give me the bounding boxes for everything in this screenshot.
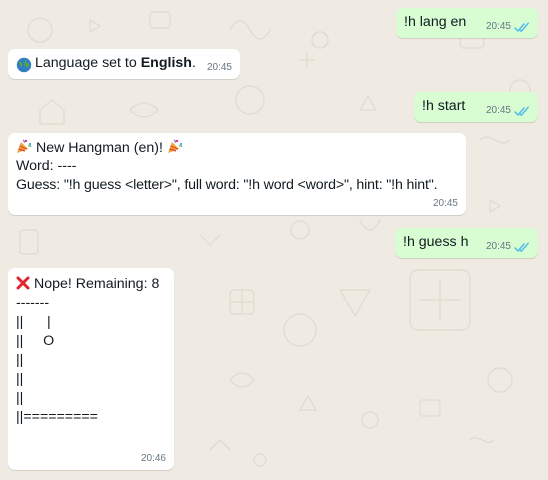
- incoming-message[interactable]: Language set to English. 20:45: [8, 49, 240, 79]
- message-time: 20:45: [432, 198, 458, 209]
- hangman-line: || O: [16, 333, 55, 349]
- message-time: 20:45: [485, 21, 511, 32]
- outgoing-message[interactable]: !h guess h 20:45: [395, 228, 538, 258]
- outgoing-message[interactable]: !h start 20:45: [414, 92, 538, 122]
- message-meta: 20:45: [486, 21, 530, 33]
- message-text: !h lang en: [404, 14, 467, 30]
- incoming-message[interactable]: Nope! Remaining: 8 ------- || | || O || …: [8, 268, 174, 470]
- double-check-read-icon: [514, 105, 529, 116]
- message-line: Word: ----: [16, 158, 77, 174]
- message-time: 20:45: [485, 241, 511, 252]
- hangman-line: ||: [16, 390, 24, 406]
- hangman-line: ||: [16, 352, 24, 368]
- message-time: 20:46: [140, 453, 166, 464]
- message-text-suffix: .: [191, 55, 196, 71]
- hangman-line: -------: [16, 295, 50, 311]
- outgoing-message[interactable]: !h lang en 20:45: [396, 8, 538, 38]
- hangman-line: ||: [16, 371, 24, 387]
- message-line: Guess: "!h guess <letter>", full word: "…: [16, 177, 438, 193]
- hangman-line: ||=========: [16, 409, 98, 425]
- cross-mark-icon: [16, 276, 30, 296]
- message-time: 20:45: [206, 62, 232, 73]
- message-title: Nope! Remaining: 8: [33, 276, 160, 292]
- message-title: New Hangman (en)!: [35, 140, 163, 156]
- message-meta: 20:45: [486, 105, 530, 117]
- message-text-prefix: Language set to: [35, 55, 141, 71]
- hangman-line: || |: [16, 314, 51, 330]
- globe-icon: [16, 57, 32, 73]
- message-meta: 20:46: [141, 453, 166, 465]
- message-meta: 20:45: [207, 62, 232, 74]
- message-time: 20:45: [485, 105, 511, 116]
- double-check-read-icon: [514, 241, 529, 252]
- double-check-read-icon: [514, 21, 529, 32]
- message-meta: 20:45: [433, 198, 458, 210]
- party-popper-icon: [167, 138, 183, 160]
- message-text: Language set to English.: [35, 54, 196, 73]
- message-text-bold: English: [140, 55, 192, 71]
- message-meta: 20:45: [486, 241, 530, 253]
- message-title-row: Nope! Remaining: 8: [16, 275, 159, 296]
- incoming-message[interactable]: New Hangman (en)! Word: ---- Guess: "!h …: [8, 133, 466, 215]
- message-text: !h start: [422, 98, 466, 114]
- message-text: !h guess h: [403, 234, 469, 250]
